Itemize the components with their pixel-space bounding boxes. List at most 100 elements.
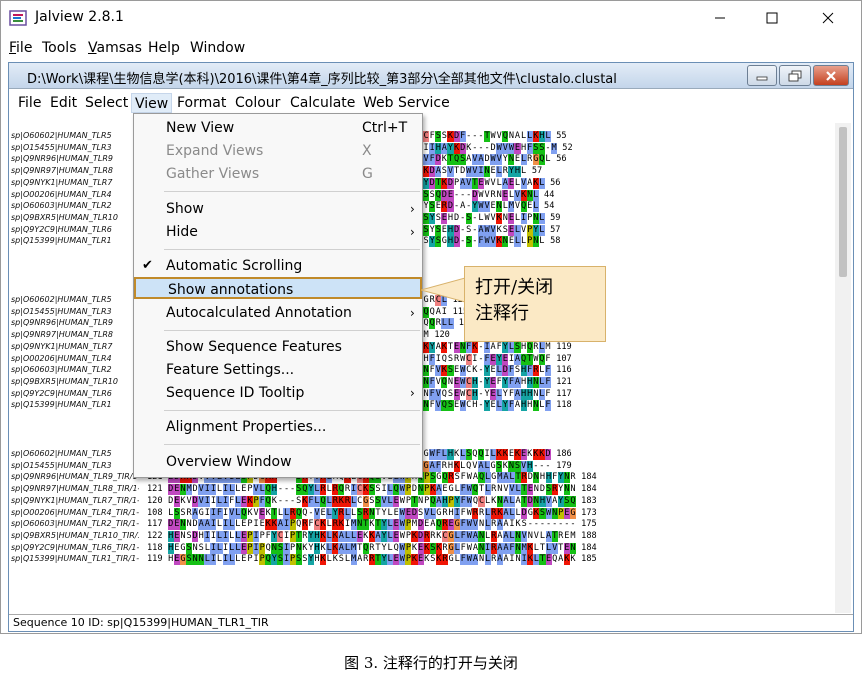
menu-format[interactable]: Format	[174, 93, 229, 113]
inner-close-button[interactable]	[813, 65, 849, 86]
sequence-row[interactable]: 119 HEGSNNLILILLEPIPQYSIPSSYHKLKSLMARRTY…	[147, 554, 597, 566]
menu-vamsas[interactable]: Vamsas	[88, 40, 142, 56]
menu-item-new-view[interactable]: New View Ctrl+T	[134, 117, 422, 139]
menu-item-autocalculated-annotation[interactable]: Autocalculated Annotation ›	[134, 302, 422, 324]
scroll-thumb[interactable]	[839, 127, 847, 277]
sequence-id[interactable]: sp|O00206|HUMAN_TLR4_TIR/1-187	[11, 508, 139, 519]
sequence-end-position: 183	[575, 495, 597, 506]
sequence-end-position: 117	[551, 388, 572, 399]
sequence-row[interactable]: 122 HENSDHIILILLEPIPFYCIPTRYHKLKALLEKKAY…	[147, 530, 597, 542]
menu-calculate[interactable]: Calculate	[287, 93, 358, 113]
menu-item-show-sequence-features[interactable]: Show Sequence Features	[134, 336, 422, 358]
chevron-right-icon: ›	[410, 386, 415, 400]
sequence-id[interactable]: sp|Q9NYK1|HUMAN_TLR7	[11, 342, 112, 353]
sequence-row[interactable]: 120 DEKVDVIILIFLEKPFQK---SKFLQLRKRLCGSSV…	[147, 495, 597, 507]
chevron-right-icon: ›	[410, 225, 415, 239]
sequence-end-position: 55	[551, 131, 567, 141]
inner-restore-button[interactable]	[779, 65, 811, 86]
menu-item-hide[interactable]: Hide ›	[134, 221, 422, 243]
sequence-end-position: 52	[557, 142, 573, 153]
sequence-end-position: 56	[544, 177, 561, 188]
close-icon	[822, 12, 834, 24]
menu-window[interactable]: Window	[190, 40, 245, 56]
sequence-end-position: 184	[575, 484, 597, 495]
menu-item-expand-views[interactable]: Expand Views X	[134, 140, 422, 162]
sequence-id[interactable]: sp|O60603|HUMAN_TLR2	[11, 201, 112, 212]
sequence-row[interactable]: 121 DENMDVIILILLEPVLQH---SQYLRLRQRICKSSI…	[147, 484, 597, 496]
menu-separator	[164, 330, 420, 331]
sequence-id[interactable]: sp|Q9NR97|HUMAN_TLR8_TIR/1-193	[11, 484, 139, 495]
sequence-end-position: 186	[551, 449, 572, 459]
residue-sequence: HEGSNSLILILLEPIPQNSIPNKYHKLKALMTQRTYLQWP…	[167, 542, 576, 554]
sequence-id[interactable]: sp|Q9NR97|HUMAN_TLR8	[11, 166, 113, 177]
sequence-id[interactable]: sp|Q9BXR5|HUMAN_TLR10	[11, 377, 118, 388]
menu-item-overview-window[interactable]: Overview Window	[134, 451, 422, 473]
checkmark-icon: ✔	[142, 258, 153, 273]
sequence-id[interactable]: sp|O60602|HUMAN_TLR5	[11, 295, 112, 306]
menu-file[interactable]: File	[15, 93, 44, 113]
sequence-id[interactable]: sp|Q9NYK1|HUMAN_TLR7_TIR/1-189	[11, 496, 139, 507]
sequence-row[interactable]: 118 HEGSNSLILILLEPIPQNSIPNKYHKLKALMTQRTY…	[147, 542, 597, 554]
menu-item-alignment-properties[interactable]: Alignment Properties...	[134, 416, 422, 438]
menu-select[interactable]: Select	[82, 93, 131, 113]
sequence-id[interactable]: sp|Q9BXR5|HUMAN_TLR10	[11, 213, 118, 224]
menu-separator	[164, 410, 420, 411]
menu-file[interactable]: File	[9, 40, 32, 56]
minimize-icon	[715, 17, 725, 19]
sequence-id[interactable]: sp|O60603|HUMAN_TLR2_TIR/1-175	[11, 519, 139, 530]
sequence-end-position: 173	[575, 507, 597, 518]
menu-tools[interactable]: Tools	[42, 40, 77, 56]
sequence-id[interactable]: sp|O15455|HUMAN_TLR3	[11, 307, 112, 318]
sequence-id[interactable]: sp|O00206|HUMAN_TLR4	[11, 190, 112, 201]
menu-help[interactable]: Help	[148, 40, 180, 56]
sequence-id[interactable]: sp|Q9NR96|HUMAN_TLR9	[11, 154, 113, 165]
sequence-id[interactable]: sp|Q9NYK1|HUMAN_TLR7	[11, 178, 112, 189]
sequence-id[interactable]: sp|O00206|HUMAN_TLR4	[11, 354, 112, 365]
sequence-id[interactable]: sp|Q15399|HUMAN_TLR1	[11, 236, 112, 247]
vertical-scrollbar[interactable]	[835, 123, 851, 613]
close-button[interactable]	[805, 5, 851, 31]
figure-caption: 图 3. 注释行的打开与关闭	[344, 654, 518, 672]
sequence-id[interactable]: sp|Q9Y2C9|HUMAN_TLR6_TIR/1-184	[11, 543, 139, 554]
sequence-id[interactable]: sp|Q9Y2C9|HUMAN_TLR6	[11, 389, 112, 400]
menu-web-service[interactable]: Web Service	[360, 93, 453, 113]
menu-item-show-annotations[interactable]: Show annotations	[134, 277, 422, 299]
sequence-id[interactable]: sp|O15455|HUMAN_TLR3	[11, 143, 112, 154]
menu-item-sequence-id-tooltip[interactable]: Sequence ID Tooltip ›	[134, 382, 422, 404]
sequence-id-panel[interactable]: sp|O60602|HUMAN_TLR5 sp|O15455|HUMAN_TLR3…	[11, 123, 139, 613]
sequence-id[interactable]: sp|O15455|HUMAN_TLR3	[11, 461, 112, 472]
sequence-id[interactable]: sp|O60602|HUMAN_TLR5	[11, 131, 112, 142]
sequence-id[interactable]: sp|Q9NR96|HUMAN_TLR9	[11, 318, 113, 329]
sequence-row[interactable]: 117 DENNDAAILILLEPIEKKAIPQRFCKLRKIMNTKTY…	[147, 519, 597, 531]
residue-sequence: DENNDAAILILLEPIEKKAIPQRFCKLRKIMNTKTYLEWP…	[167, 519, 576, 531]
chevron-right-icon: ›	[410, 306, 415, 320]
menu-item-feature-settings[interactable]: Feature Settings...	[134, 359, 422, 381]
sequence-end-position: 121	[551, 376, 572, 387]
sequence-id[interactable]: sp|Q9NR96|HUMAN_TLR9_TIR/1-193	[11, 472, 139, 483]
menu-item-show[interactable]: Show ›	[134, 198, 422, 220]
menu-edit[interactable]: Edit	[47, 93, 80, 113]
sequence-row[interactable]: 108 LSSRAGIIFIVLQKVEKTLLRQQ-VELYRLLSRNTY…	[147, 507, 597, 519]
sequence-id[interactable]: sp|Q15399|HUMAN_TLR1	[11, 400, 112, 411]
sequence-id[interactable]: sp|Q9Y2C9|HUMAN_TLR6	[11, 225, 112, 236]
menu-item-gather-views[interactable]: Gather Views G	[134, 163, 422, 185]
restore-icon	[788, 70, 802, 81]
sequence-id[interactable]: sp|O60603|HUMAN_TLR2	[11, 365, 112, 376]
sequence-id[interactable]: sp|Q9NR97|HUMAN_TLR8	[11, 330, 113, 341]
sequence-id[interactable]: sp|Q15399|HUMAN_TLR1_TIR/1-185	[11, 554, 139, 565]
sequence-start-position: 119	[147, 554, 168, 565]
sequence-end-position: 56	[551, 154, 567, 165]
sequence-end-position: 116	[551, 365, 572, 376]
menu-item-automatic-scrolling[interactable]: ✔ Automatic Scrolling	[134, 255, 422, 277]
inner-minimize-button[interactable]	[747, 65, 777, 86]
sequence-start-position: 122	[147, 530, 168, 541]
menu-view[interactable]: View	[131, 93, 173, 113]
maximize-button[interactable]	[749, 5, 795, 31]
menu-colour[interactable]: Colour	[232, 93, 283, 113]
sequence-id[interactable]: sp|Q9BXR5|HUMAN_TLR10_TIR/1-214	[11, 531, 139, 542]
residue-sequence: HENSDHIILILLEPIPFYCIPTRYHKLKALLEKKAYLEWP…	[167, 530, 576, 542]
minimize-button[interactable]	[697, 5, 743, 31]
sequence-end-position: 184	[575, 472, 597, 483]
sequence-id[interactable]: sp|O60602|HUMAN_TLR5	[11, 449, 112, 460]
app-title: Jalview 2.8.1	[35, 9, 124, 25]
